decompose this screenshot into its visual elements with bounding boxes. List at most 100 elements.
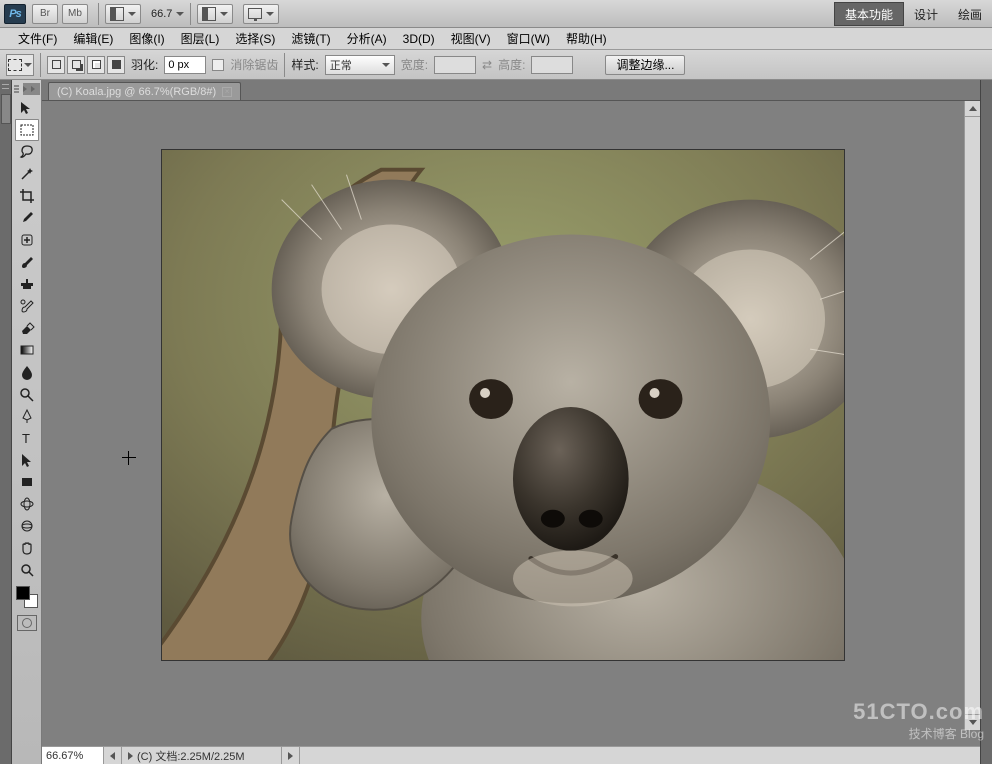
menu-file[interactable]: 文件(F) bbox=[10, 28, 65, 49]
minibridge-button[interactable]: Mb bbox=[62, 4, 88, 24]
foreground-color-swatch[interactable] bbox=[16, 586, 30, 600]
antialias-label: 消除锯齿 bbox=[230, 56, 278, 73]
eraser-tool[interactable] bbox=[15, 317, 39, 339]
feather-input[interactable] bbox=[164, 56, 206, 74]
options-bar: 羽化: 消除锯齿 样式: 正常 宽度: ⇄ 高度: 调整边缘... bbox=[0, 50, 992, 80]
marquee-tool[interactable] bbox=[15, 119, 39, 141]
pen-tool[interactable] bbox=[15, 405, 39, 427]
hand-tool[interactable] bbox=[15, 537, 39, 559]
dock-expand-icon[interactable] bbox=[1, 94, 11, 124]
zoom-level-display[interactable]: 66.7 bbox=[151, 8, 172, 20]
status-zoom-input[interactable]: 66.67% bbox=[42, 747, 104, 764]
path-selection-tool[interactable] bbox=[15, 449, 39, 471]
style-label: 样式: bbox=[291, 56, 318, 73]
selection-boolean-group bbox=[47, 56, 125, 74]
intersect-icon bbox=[112, 60, 121, 69]
square-icon bbox=[52, 60, 61, 69]
minibridge-label: Mb bbox=[68, 8, 82, 19]
separator bbox=[190, 3, 191, 25]
menu-filter[interactable]: 滤镜(T) bbox=[283, 28, 338, 49]
grid-icon bbox=[110, 7, 124, 21]
layout-mode-button[interactable] bbox=[197, 4, 233, 24]
menu-3d[interactable]: 3D(D) bbox=[395, 30, 443, 48]
lasso-tool[interactable] bbox=[15, 141, 39, 163]
healing-brush-tool[interactable] bbox=[15, 229, 39, 251]
chevron-right-icon bbox=[128, 752, 133, 760]
status-nav[interactable] bbox=[104, 747, 122, 764]
selection-intersect-button[interactable] bbox=[107, 56, 125, 74]
tools-panel-grip[interactable] bbox=[14, 84, 40, 94]
type-tool[interactable]: T bbox=[15, 427, 39, 449]
3d-orbit-tool[interactable] bbox=[15, 515, 39, 537]
magic-wand-tool[interactable] bbox=[15, 163, 39, 185]
history-brush-tool[interactable] bbox=[15, 295, 39, 317]
subtract-icon bbox=[92, 60, 101, 69]
clone-stamp-tool[interactable] bbox=[15, 273, 39, 295]
tools-panel: T bbox=[12, 80, 42, 764]
canvas-viewport[interactable] bbox=[42, 100, 980, 746]
main-area: T (C) Koala.jpg @ 66.7%(RGB/8#) × bbox=[0, 80, 992, 764]
close-icon[interactable]: × bbox=[222, 87, 232, 97]
workspace-design-button[interactable]: 设计 bbox=[904, 6, 948, 23]
menu-view[interactable]: 视图(V) bbox=[443, 28, 499, 49]
gradient-tool[interactable] bbox=[15, 339, 39, 361]
3d-rotate-tool[interactable] bbox=[15, 493, 39, 515]
scroll-down-button[interactable] bbox=[965, 714, 980, 730]
collapsed-dock-left[interactable] bbox=[0, 80, 12, 764]
blur-tool[interactable] bbox=[15, 361, 39, 383]
selection-add-button[interactable] bbox=[67, 56, 85, 74]
bridge-button[interactable]: Br bbox=[32, 4, 58, 24]
workspace-essentials-button[interactable]: 基本功能 bbox=[834, 2, 904, 26]
crop-tool[interactable] bbox=[15, 185, 39, 207]
status-doc-info[interactable]: (C) 文档:2.25M/2.25M bbox=[122, 747, 282, 764]
photoshop-logo-icon: Ps bbox=[4, 4, 26, 24]
bridge-label: Br bbox=[40, 8, 50, 19]
chevron-right-icon bbox=[288, 752, 293, 760]
canvas-image[interactable] bbox=[161, 149, 845, 661]
crosshair-cursor-icon bbox=[122, 451, 136, 465]
canvas-wrapper bbox=[42, 101, 964, 746]
shape-tool[interactable] bbox=[15, 471, 39, 493]
zoom-tool[interactable] bbox=[15, 559, 39, 581]
selection-subtract-button[interactable] bbox=[87, 56, 105, 74]
menu-select[interactable]: 选择(S) bbox=[227, 28, 283, 49]
vertical-scrollbar[interactable] bbox=[964, 101, 980, 730]
menu-image[interactable]: 图像(I) bbox=[121, 28, 172, 49]
menu-edit[interactable]: 编辑(E) bbox=[65, 28, 121, 49]
menu-analysis[interactable]: 分析(A) bbox=[339, 28, 395, 49]
width-label: 宽度: bbox=[401, 56, 428, 73]
quick-mask-button[interactable] bbox=[17, 615, 37, 631]
height-input bbox=[531, 56, 573, 74]
collapsed-dock-right[interactable] bbox=[980, 80, 992, 764]
menu-layer[interactable]: 图层(L) bbox=[173, 28, 228, 49]
style-select[interactable]: 正常 bbox=[325, 55, 395, 75]
screen-icon bbox=[248, 8, 262, 19]
marquee-icon bbox=[8, 59, 22, 71]
eyedropper-tool[interactable] bbox=[15, 207, 39, 229]
arrange-documents-button[interactable] bbox=[105, 4, 141, 24]
chevron-down-icon[interactable] bbox=[176, 12, 184, 16]
move-tool[interactable] bbox=[15, 97, 39, 119]
workspace-painting-button[interactable]: 绘画 bbox=[948, 6, 992, 23]
antialias-checkbox[interactable] bbox=[212, 59, 224, 71]
menu-help[interactable]: 帮助(H) bbox=[558, 28, 615, 49]
separator bbox=[40, 53, 41, 77]
koala-illustration bbox=[162, 150, 844, 660]
document-tab[interactable]: (C) Koala.jpg @ 66.7%(RGB/8#) × bbox=[48, 82, 241, 100]
separator bbox=[98, 3, 99, 25]
scroll-up-button[interactable] bbox=[965, 101, 980, 117]
refine-edge-button[interactable]: 调整边缘... bbox=[605, 55, 685, 75]
status-more[interactable] bbox=[282, 747, 300, 764]
dodge-tool[interactable] bbox=[15, 383, 39, 405]
selection-new-button[interactable] bbox=[47, 56, 65, 74]
brush-tool[interactable] bbox=[15, 251, 39, 273]
screen-mode-button[interactable] bbox=[243, 4, 279, 24]
svg-text:T: T bbox=[22, 431, 30, 446]
menu-window[interactable]: 窗口(W) bbox=[499, 28, 558, 49]
current-tool-preset[interactable] bbox=[6, 54, 34, 76]
document-tabs: (C) Koala.jpg @ 66.7%(RGB/8#) × bbox=[42, 80, 980, 100]
chevron-down-icon bbox=[24, 63, 32, 67]
add-icon bbox=[72, 60, 81, 69]
color-swatches[interactable] bbox=[16, 586, 38, 608]
chevron-down-icon bbox=[128, 12, 136, 16]
